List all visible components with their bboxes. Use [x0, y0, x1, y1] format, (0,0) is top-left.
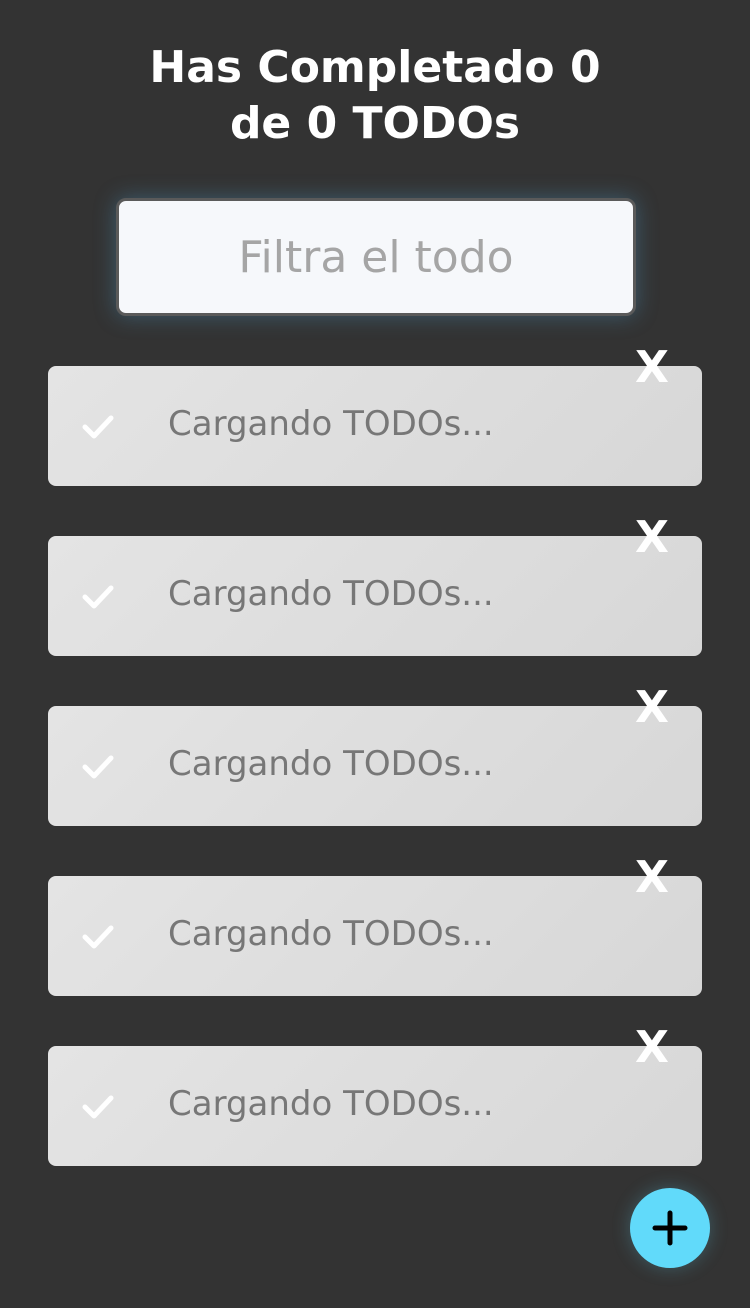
delete-todo-button[interactable]: X	[632, 344, 672, 392]
todo-text: Cargando TODOs...	[168, 914, 494, 954]
todo-list: Cargando TODOs... X Cargando TODOs... X …	[48, 344, 702, 1216]
check-icon[interactable]	[78, 746, 118, 786]
todo-item: Cargando TODOs... X	[48, 344, 702, 486]
plus-icon	[652, 1210, 688, 1246]
check-icon[interactable]	[78, 1086, 118, 1126]
check-icon[interactable]	[78, 916, 118, 956]
todo-item: Cargando TODOs... X	[48, 514, 702, 656]
todo-app: Has Completado 0 de 0 TODOs Cargando TOD…	[0, 0, 750, 1308]
check-icon[interactable]	[78, 576, 118, 616]
delete-todo-button[interactable]: X	[632, 514, 672, 562]
title-line-1: Has Completado 0	[149, 42, 601, 93]
page-title: Has Completado 0 de 0 TODOs	[0, 40, 750, 152]
todo-text: Cargando TODOs...	[168, 404, 494, 444]
delete-todo-button[interactable]: X	[632, 1024, 672, 1072]
delete-todo-button[interactable]: X	[632, 854, 672, 902]
filter-input[interactable]	[116, 198, 636, 316]
todo-text: Cargando TODOs...	[168, 574, 494, 614]
check-icon[interactable]	[78, 406, 118, 446]
todo-item: Cargando TODOs... X	[48, 1024, 702, 1166]
todo-text: Cargando TODOs...	[168, 1084, 494, 1124]
title-line-2: de 0 TODOs	[229, 98, 521, 149]
todo-item: Cargando TODOs... X	[48, 854, 702, 996]
delete-todo-button[interactable]: X	[632, 684, 672, 732]
todo-item: Cargando TODOs... X	[48, 684, 702, 826]
add-todo-button[interactable]	[630, 1188, 710, 1268]
todo-text: Cargando TODOs...	[168, 744, 494, 784]
